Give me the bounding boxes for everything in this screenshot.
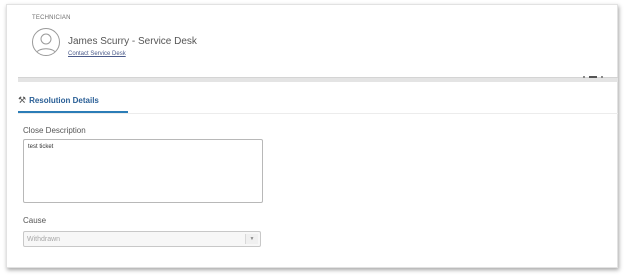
chevron-down-icon[interactable]: ▼ bbox=[245, 234, 258, 244]
collapse-dot-icon[interactable] bbox=[583, 76, 585, 78]
section-divider-bar bbox=[18, 77, 618, 82]
tab-resolution-details[interactable]: ⚒ Resolution Details bbox=[18, 89, 128, 113]
ticket-panel: TECHNICIAN James Scurry - Service Desk C… bbox=[6, 4, 618, 268]
tab-resolution-details-label: Resolution Details bbox=[29, 95, 99, 105]
wrench-cog-icon: ⚒ bbox=[18, 94, 27, 105]
minimize-icon[interactable] bbox=[589, 76, 597, 78]
tab-underline-rule bbox=[18, 113, 618, 114]
expand-dot-icon[interactable] bbox=[601, 76, 603, 78]
close-description-label: Close Description bbox=[23, 126, 86, 135]
cause-selected-value: Withdrawn bbox=[27, 236, 61, 243]
divider-controls bbox=[583, 76, 603, 78]
technician-name: James Scurry - Service Desk bbox=[68, 36, 197, 47]
technician-section-label: TECHNICIAN bbox=[32, 15, 71, 21]
contact-service-desk-link[interactable]: Contact Service Desk bbox=[68, 51, 126, 57]
user-avatar-icon bbox=[32, 28, 60, 56]
cause-label: Cause bbox=[23, 216, 47, 225]
close-description-textarea[interactable]: test ticket bbox=[23, 139, 263, 203]
cause-select[interactable]: Withdrawn ▼ bbox=[23, 231, 261, 247]
